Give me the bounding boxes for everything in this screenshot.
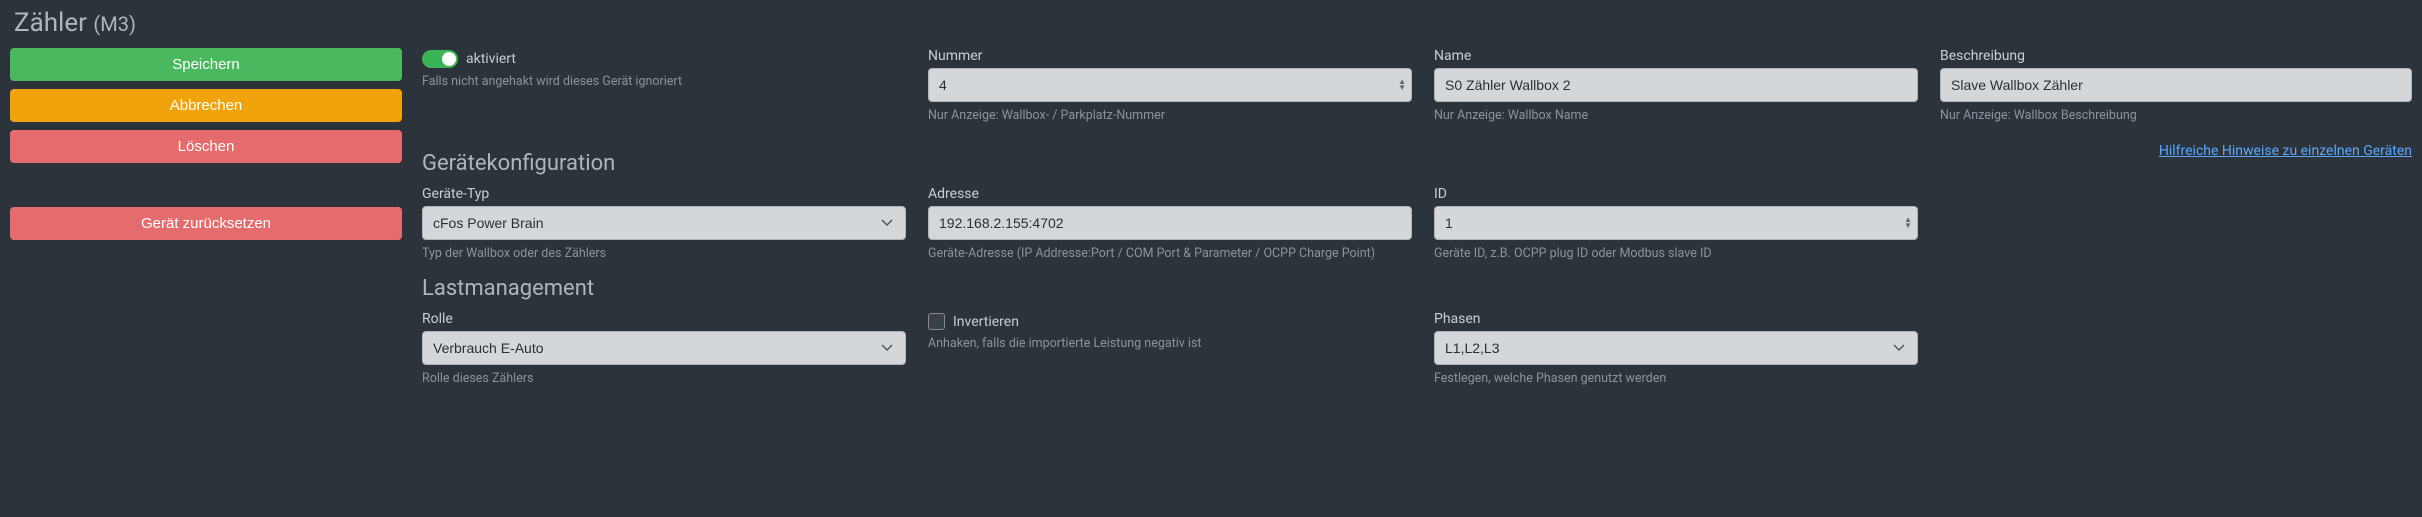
id-input[interactable] [1434, 206, 1918, 240]
section-load-management: Lastmanagement [422, 276, 2412, 301]
delete-button[interactable]: Löschen [10, 130, 402, 163]
number-stepper[interactable]: ▲▼ [1398, 79, 1406, 91]
reset-device-button[interactable]: Gerät zurücksetzen [10, 207, 402, 240]
phases-label: Phasen [1434, 311, 1918, 327]
address-input[interactable] [928, 206, 1412, 240]
save-button[interactable]: Speichern [10, 48, 402, 81]
sidebar: Speichern Abbrechen Löschen Gerät zurück… [10, 48, 402, 400]
role-select[interactable]: Verbrauch E-Auto [422, 331, 906, 365]
description-help: Nur Anzeige: Wallbox Beschreibung [1940, 107, 2412, 125]
description-input[interactable] [1940, 68, 2412, 102]
invert-help: Anhaken, falls die importierte Leistung … [928, 335, 1412, 353]
cancel-button[interactable]: Abbrechen [10, 89, 402, 122]
page-title: Zähler (M3) [10, 8, 2412, 38]
name-help: Nur Anzeige: Wallbox Name [1434, 107, 1918, 125]
activated-toggle[interactable] [422, 50, 458, 68]
device-type-label: Geräte-Typ [422, 186, 906, 202]
device-type-help: Typ der Wallbox oder des Zählers [422, 245, 906, 263]
invert-label: Invertieren [953, 314, 1019, 330]
role-label: Rolle [422, 311, 906, 327]
id-stepper[interactable]: ▲▼ [1904, 217, 1912, 229]
invert-checkbox[interactable] [928, 313, 945, 330]
activated-label: aktiviert [466, 51, 516, 67]
phases-select[interactable]: L1,L2,L3 [1434, 331, 1918, 365]
description-label: Beschreibung [1940, 48, 2412, 64]
name-input[interactable] [1434, 68, 1918, 102]
id-help: Geräte ID, z.B. OCPP plug ID oder Modbus… [1434, 245, 1918, 263]
name-label: Name [1434, 48, 1918, 64]
address-help: Geräte-Adresse (IP Addresse:Port / COM P… [928, 245, 1412, 263]
role-help: Rolle dieses Zählers [422, 370, 906, 388]
number-help: Nur Anzeige: Wallbox- / Parkplatz-Nummer [928, 107, 1412, 125]
address-label: Adresse [928, 186, 1412, 202]
phases-help: Festlegen, welche Phasen genutzt werden [1434, 370, 1918, 388]
number-input[interactable] [928, 68, 1412, 102]
main-form: aktiviert Falls nicht angehakt wird dies… [422, 48, 2412, 400]
section-device-config: Gerätekonfiguration [422, 151, 1922, 176]
number-label: Nummer [928, 48, 1412, 64]
device-hints-link[interactable]: Hilfreiche Hinweise zu einzelnen Geräten [2159, 143, 2412, 159]
activated-help: Falls nicht angehakt wird dieses Gerät i… [422, 73, 906, 91]
id-label: ID [1434, 186, 1918, 202]
device-type-select[interactable]: cFos Power Brain [422, 206, 906, 240]
